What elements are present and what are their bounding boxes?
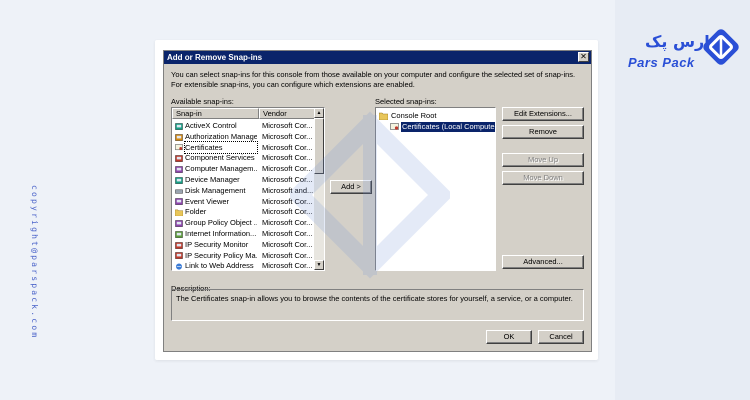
link-icon: [175, 262, 183, 270]
description-box: The Certificates snap-in allows you to b…: [171, 289, 584, 321]
snapin-row[interactable]: Event Viewer Microsoft Cor...: [172, 196, 322, 207]
snapin-row[interactable]: Group Policy Object ... Microsoft Cor...: [172, 217, 322, 228]
snapin-name: Event Viewer: [185, 196, 230, 206]
close-button[interactable]: ✕: [578, 52, 589, 62]
snapin-name: Device Manager: [185, 175, 240, 184]
snapin-name: Certificates: [184, 140, 258, 154]
snapin-vendor: Microsoft Cor...: [262, 153, 313, 163]
snapin-row[interactable]: Link to Web Address Microsoft Cor...: [172, 260, 322, 271]
brand-mark-icon: [703, 29, 739, 65]
snapin-name: Disk Management: [185, 185, 246, 195]
folder-icon: [174, 208, 184, 217]
snapin-vendor: Microsoft Cor...: [262, 229, 313, 238]
column-header-vendor[interactable]: Vendor: [259, 108, 316, 119]
device-manager-icon: [175, 176, 183, 184]
snapin-name: ActiveX Control: [185, 121, 237, 130]
snapin-vendor: Microsoft and...: [262, 185, 314, 195]
component-services-icon: [175, 154, 183, 163]
snapin-vendor: Microsoft Cor...: [262, 239, 313, 249]
snapin-name: Computer Managem...: [185, 164, 257, 174]
snapin-row[interactable]: Computer Managem... Microsoft Cor...: [172, 163, 322, 174]
available-list-scrollbar[interactable]: ▲ ▼: [314, 108, 324, 270]
ip-security-icon: [175, 241, 183, 249]
snapin-name: Link to Web Address: [185, 261, 254, 271]
available-snapins-list[interactable]: Snap-in Vendor ActiveX Control Microsoft …: [171, 107, 325, 271]
tree-node-label: Console Root: [391, 111, 437, 120]
selected-snapins-tree[interactable]: Console Root Certificates (Local Computer…: [375, 107, 496, 271]
certificate-icon: [390, 123, 399, 131]
snapin-name: Authorization Manager: [185, 131, 257, 141]
snapin-row[interactable]: Component Services Microsoft Cor...: [172, 152, 322, 163]
close-icon: ✕: [580, 52, 587, 61]
add-button[interactable]: Add >: [330, 180, 372, 194]
scroll-down-button[interactable]: ▼: [314, 260, 324, 270]
column-header-snapin[interactable]: Snap-in: [172, 108, 259, 119]
snapin-name: Folder: [185, 207, 207, 217]
cancel-button[interactable]: Cancel: [538, 330, 584, 344]
screenshot-stage: پارس پک Pars Pack copyright@parspack.com…: [0, 0, 750, 400]
event-viewer-icon: [175, 198, 183, 206]
snapin-row[interactable]: Disk Management Microsoft and...: [172, 185, 322, 196]
snapin-row[interactable]: IP Security Policy Ma... Microsoft Cor...: [172, 250, 322, 261]
snapin-vendor: Microsoft Cor...: [262, 121, 313, 130]
move-down-button[interactable]: Move Down: [502, 171, 584, 185]
snapin-vendor: Microsoft Cor...: [262, 207, 313, 217]
folder-icon: [378, 112, 389, 121]
snapin-vendor: Microsoft Cor...: [262, 218, 313, 228]
group-policy-icon: [175, 219, 183, 227]
brand-name-en: Pars Pack: [628, 55, 695, 70]
ok-button[interactable]: OK: [486, 330, 532, 344]
certificate-icon: [175, 144, 183, 151]
snapin-row[interactable]: ActiveX Control Microsoft Cor...: [172, 120, 322, 131]
iis-icon: [175, 230, 183, 238]
intro-text: You can select snap-ins for this console…: [171, 70, 576, 89]
computer-management-icon: [175, 165, 183, 173]
snapin-row[interactable]: Folder Microsoft Cor...: [172, 206, 322, 217]
snapin-name: Group Policy Object ...: [185, 218, 257, 228]
snapin-vendor: Microsoft Cor...: [262, 164, 313, 174]
copyright-text: copyright@parspack.com: [30, 185, 39, 340]
snapin-row[interactable]: IP Security Monitor Microsoft Cor...: [172, 239, 322, 250]
tree-node-label: Certificates (Local Computer): [401, 122, 495, 132]
snapin-vendor: Microsoft Cor...: [262, 261, 313, 271]
description-text: The Certificates snap-in allows you to b…: [176, 294, 573, 303]
disk-icon: [175, 187, 183, 194]
selected-snapins-label: Selected snap-ins:: [375, 97, 437, 106]
ip-security-policy-icon: [175, 252, 183, 260]
snapin-vendor: Microsoft Cor...: [262, 250, 313, 260]
edit-extensions-button[interactable]: Edit Extensions...: [502, 107, 584, 121]
snapin-vendor: Microsoft Cor...: [262, 175, 313, 184]
snapin-name: Internet Information...: [185, 229, 257, 238]
snapin-row[interactable]: Authorization Manager Microsoft Cor...: [172, 131, 322, 142]
snapin-vendor: Microsoft Cor...: [262, 142, 313, 152]
snapin-row[interactable]: Certificates Microsoft Cor...: [172, 140, 322, 154]
move-up-button[interactable]: Move Up: [502, 153, 584, 167]
dialog-title: Add or Remove Snap-ins: [167, 53, 263, 62]
snapin-row[interactable]: Internet Information... Microsoft Cor...: [172, 228, 322, 239]
dialog-titlebar[interactable]: Add or Remove Snap-ins ✕: [164, 51, 591, 64]
add-remove-snapins-dialog: Add or Remove Snap-ins ✕ You can select …: [163, 50, 592, 352]
available-snapins-label: Available snap-ins:: [171, 97, 234, 106]
scroll-up-button[interactable]: ▲: [314, 108, 324, 118]
snapin-vendor: Microsoft Cor...: [262, 196, 313, 206]
authorization-icon: [175, 133, 183, 141]
activex-icon: [175, 122, 183, 130]
snapin-vendor: Microsoft Cor...: [262, 131, 313, 141]
snapin-row[interactable]: Device Manager Microsoft Cor...: [172, 174, 322, 185]
snapin-name: IP Security Policy Ma...: [185, 250, 257, 260]
scroll-thumb[interactable]: [314, 118, 324, 174]
snapin-name: IP Security Monitor: [185, 239, 249, 249]
remove-button[interactable]: Remove: [502, 125, 584, 139]
advanced-button[interactable]: Advanced...: [502, 255, 584, 269]
snapin-name: Component Services: [185, 153, 255, 163]
